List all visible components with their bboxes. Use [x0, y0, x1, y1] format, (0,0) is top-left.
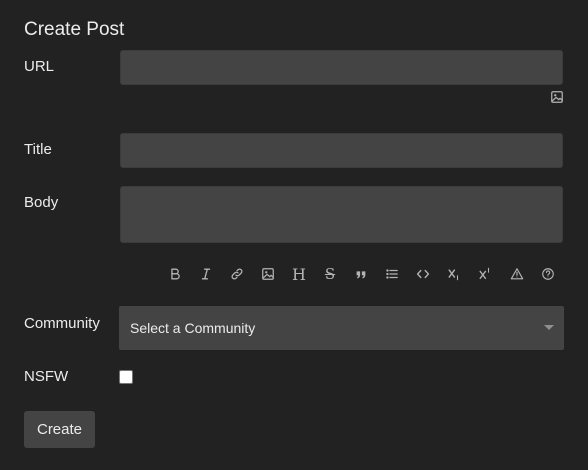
create-button[interactable]: Create [24, 411, 95, 448]
list-icon[interactable] [381, 263, 403, 285]
body-label: Body [24, 194, 59, 211]
superscript-icon[interactable] [474, 263, 496, 285]
community-select[interactable]: Select a Community [119, 306, 564, 350]
quote-icon[interactable] [350, 263, 372, 285]
chevron-down-icon [544, 325, 554, 330]
community-select-value: Select a Community [130, 320, 256, 336]
image-upload-icon[interactable] [546, 86, 568, 108]
nsfw-label: NSFW [24, 368, 69, 385]
code-icon[interactable] [412, 263, 434, 285]
italic-icon[interactable] [195, 263, 217, 285]
spoiler-warning-icon[interactable] [506, 263, 528, 285]
title-label: Title [24, 141, 52, 158]
subscript-icon[interactable] [443, 263, 465, 285]
body-textarea[interactable] [120, 186, 563, 243]
create-post-page: Create Post URL Title Body H S Community… [0, 0, 588, 470]
link-icon[interactable] [226, 263, 248, 285]
title-input[interactable] [120, 133, 563, 168]
help-icon[interactable] [537, 263, 559, 285]
image-icon[interactable] [257, 263, 279, 285]
strikethrough-icon[interactable]: S [319, 263, 341, 285]
url-input[interactable] [120, 50, 563, 85]
bold-icon[interactable] [164, 263, 186, 285]
community-label: Community [24, 315, 100, 332]
page-title: Create Post [24, 19, 125, 40]
header-icon[interactable]: H [288, 263, 310, 285]
url-label: URL [24, 58, 55, 75]
nsfw-checkbox[interactable] [119, 370, 133, 384]
